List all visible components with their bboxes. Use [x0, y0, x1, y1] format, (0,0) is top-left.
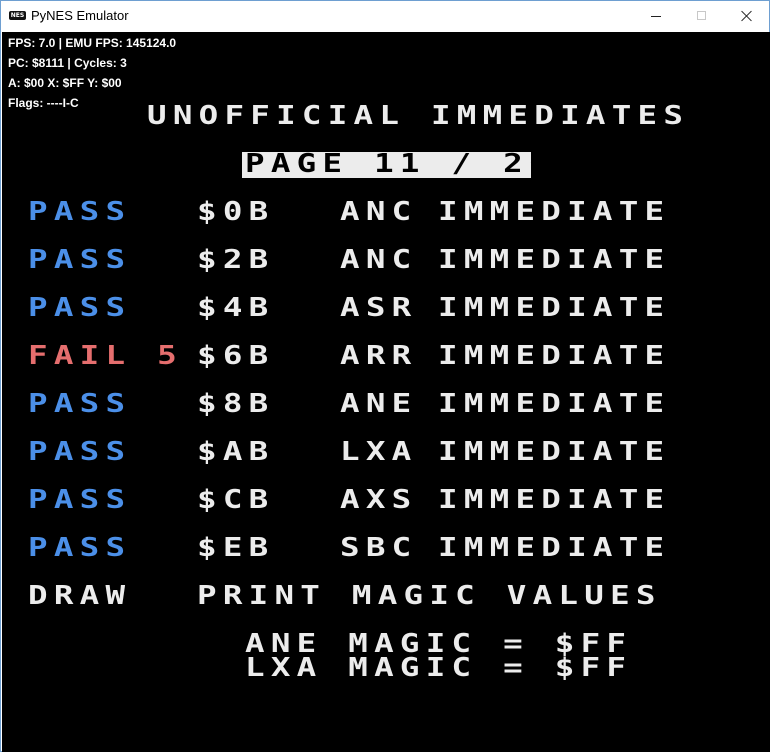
maximize-icon: [697, 11, 706, 20]
test-mode: IMMEDIATE: [438, 389, 671, 419]
test-status: PASS: [28, 437, 132, 467]
test-mode: IMMEDIATE: [438, 341, 671, 371]
test-status: FAIL 5: [28, 341, 183, 371]
test-mnemonic: LXA: [340, 437, 418, 467]
test-mnemonic: ANC: [340, 197, 418, 227]
minimize-button[interactable]: [633, 1, 679, 31]
test-status: PASS: [28, 197, 132, 227]
window-title: PyNES Emulator: [31, 8, 129, 23]
test-status: PASS: [28, 245, 132, 275]
test-mnemonic: ANE: [340, 389, 418, 419]
test-mode: IMMEDIATE: [438, 437, 671, 467]
pc-cycles-readout: PC: $8111 | Cycles: 3: [8, 56, 127, 70]
title-bar[interactable]: NES PyNES Emulator: [1, 1, 769, 31]
lxa-magic-value: LXA MAGIC = $FF: [245, 653, 633, 683]
test-opcode: $6B: [197, 341, 275, 371]
test-mode: IMMEDIATE: [438, 485, 671, 515]
test-mode: IMMEDIATE: [438, 293, 671, 323]
test-mode: IMMEDIATE: [438, 197, 671, 227]
registers-readout: A: $00 X: $FF Y: $00: [8, 76, 122, 90]
nes-logo-icon: NES: [9, 11, 26, 20]
test-opcode: $EB: [197, 533, 275, 563]
test-mnemonic: AXS: [340, 485, 418, 515]
fps-readout: FPS: 7.0 | EMU FPS: 145124.0: [8, 36, 177, 50]
test-mnemonic: ANC: [340, 245, 418, 275]
maximize-button[interactable]: [679, 1, 725, 31]
test-opcode: $2B: [197, 245, 275, 275]
test-opcode: $8B: [197, 389, 275, 419]
minimize-icon: [651, 16, 661, 17]
flags-readout: Flags: ----I-C: [8, 96, 79, 110]
test-opcode: $4B: [197, 293, 275, 323]
test-status: PASS: [28, 389, 132, 419]
test-mode: IMMEDIATE: [438, 245, 671, 275]
draw-status: DRAW: [28, 581, 132, 611]
test-status: PASS: [28, 293, 132, 323]
test-mode: IMMEDIATE: [438, 533, 671, 563]
close-button[interactable]: [723, 1, 769, 31]
test-mnemonic: ASR: [340, 293, 418, 323]
emulator-screen[interactable]: FPS: 7.0 | EMU FPS: 145124.0 PC: $8111 |…: [2, 32, 770, 752]
page-indicator: PAGE 11 / 20: [245, 149, 555, 179]
test-heading: UNOFFICIAL IMMEDIATES: [147, 101, 690, 131]
emulator-window: NES PyNES Emulator FPS: 7.0 | EMU FPS: 1…: [0, 0, 770, 752]
test-opcode: $AB: [197, 437, 275, 467]
test-mnemonic: ARR: [340, 341, 418, 371]
test-mnemonic: SBC: [340, 533, 418, 563]
test-status: PASS: [28, 485, 132, 515]
test-opcode: $0B: [197, 197, 275, 227]
draw-description: PRINT MAGIC VALUES: [197, 581, 662, 611]
close-icon: [739, 6, 753, 26]
test-opcode: $CB: [197, 485, 275, 515]
test-status: PASS: [28, 533, 132, 563]
